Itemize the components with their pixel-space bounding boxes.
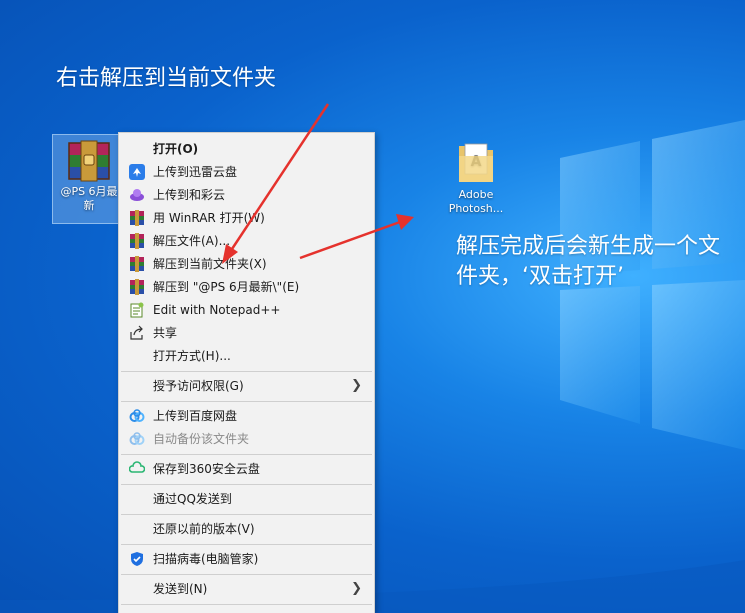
folder-label-line2: Photosh... (448, 202, 504, 215)
archive-label-line1: @PS 6月最 (60, 185, 118, 198)
menu-separator (121, 514, 372, 515)
baidu-netdisk-icon (129, 431, 145, 447)
menu-item-label: 解压到当前文件夹(X) (153, 257, 267, 271)
notepad-plus-plus-icon (129, 302, 145, 318)
archive-label-line2: 新 (83, 199, 95, 212)
hecaiyun-icon (129, 187, 145, 203)
menu-item-label: 打开方式(H)... (153, 349, 231, 363)
winrar-archive-icon (65, 139, 113, 183)
menu-separator (121, 574, 372, 575)
winrar-icon (129, 256, 145, 272)
tencent-shield-icon (129, 551, 145, 567)
menu-item-grant-access[interactable]: 授予访问权限(G) ❯ (119, 375, 374, 397)
menu-item-save-360[interactable]: 保存到360安全云盘 (119, 458, 374, 480)
desktop-icon-archive[interactable]: @PS 6月最 新 (52, 134, 126, 224)
winrar-icon (129, 233, 145, 249)
menu-item-open[interactable]: 打开(O) (119, 138, 374, 160)
menu-item-label: 共享 (153, 326, 178, 340)
menu-item-label: 通过QQ发送到 (153, 492, 232, 506)
menu-separator (121, 454, 372, 455)
menu-item-open-with-winrar[interactable]: 用 WinRAR 打开(W) (119, 207, 374, 229)
desktop: 右击解压到当前文件夹 解压完成后会新生成一个文件夹，‘双击打开’ @PS 6月最… (0, 0, 745, 613)
folder-icon: A (457, 140, 495, 184)
menu-item-label: 上传到和彩云 (153, 188, 226, 202)
menu-item-open-with[interactable]: 打开方式(H)... (119, 345, 374, 367)
menu-item-label: 解压到 "@PS 6月最新\"(E) (153, 280, 300, 294)
menu-item-label: 保存到360安全云盘 (153, 462, 260, 476)
folder-label-line1: Adobe (458, 188, 494, 201)
menu-item-edit-notepad[interactable]: Edit with Notepad++ (119, 299, 374, 321)
menu-item-label: 自动备份该文件夹 (153, 432, 250, 446)
thunder-cloud-icon (129, 164, 145, 180)
menu-item-label: Edit with Notepad++ (153, 303, 281, 317)
baidu-netdisk-icon (129, 408, 145, 424)
menu-item-label: 扫描病毒(电脑管家) (153, 552, 259, 566)
cloud-360-icon (128, 461, 146, 477)
share-icon (129, 325, 145, 341)
menu-item-restore-versions[interactable]: 还原以前的版本(V) (119, 518, 374, 540)
menu-item-label: 授予访问权限(G) (153, 379, 244, 393)
menu-item-upload-baidu[interactable]: 上传到百度网盘 (119, 405, 374, 427)
menu-separator (121, 371, 372, 372)
menu-item-extract-to-folder[interactable]: 解压到 "@PS 6月最新\"(E) (119, 276, 374, 298)
menu-item-auto-backup[interactable]: 自动备份该文件夹 (119, 428, 374, 450)
menu-item-label: 上传到迅雷云盘 (153, 165, 238, 179)
menu-item-label: 上传到百度网盘 (153, 409, 238, 423)
annotation-step2: 解压完成后会新生成一个文件夹，‘双击打开’ (456, 234, 721, 289)
winrar-icon (129, 210, 145, 226)
menu-item-scan-virus[interactable]: 扫描病毒(电脑管家) (119, 548, 374, 570)
desktop-icon-folder[interactable]: A Adobe Photosh... (440, 138, 512, 216)
menu-item-extract-here[interactable]: 解压到当前文件夹(X) (119, 253, 374, 275)
menu-item-share[interactable]: 共享 (119, 322, 374, 344)
menu-item-label: 发送到(N) (153, 582, 208, 596)
chevron-right-icon: ❯ (351, 581, 362, 596)
annotation-step1: 右击解压到当前文件夹 (56, 66, 277, 91)
menu-item-send-qq[interactable]: 通过QQ发送到 (119, 488, 374, 510)
menu-separator (121, 544, 372, 545)
chevron-right-icon: ❯ (351, 378, 362, 393)
menu-item-label: 用 WinRAR 打开(W) (153, 211, 265, 225)
menu-separator (121, 604, 372, 605)
menu-item-upload-hecaiyun[interactable]: 上传到和彩云 (119, 184, 374, 206)
menu-item-upload-thunder[interactable]: 上传到迅雷云盘 (119, 161, 374, 183)
menu-separator (121, 401, 372, 402)
menu-item-label: 解压文件(A)... (153, 234, 231, 248)
menu-item-extract-files[interactable]: 解压文件(A)... (119, 230, 374, 252)
menu-item-label: 打开(O) (153, 142, 199, 156)
menu-item-label: 还原以前的版本(V) (153, 522, 255, 536)
context-menu: 打开(O) 上传到迅雷云盘 上传到和彩云 用 WinRAR 打开(W) 解压文件 (118, 132, 375, 613)
menu-separator (121, 484, 372, 485)
menu-item-send-to[interactable]: 发送到(N) ❯ (119, 578, 374, 600)
winrar-icon (129, 279, 145, 295)
